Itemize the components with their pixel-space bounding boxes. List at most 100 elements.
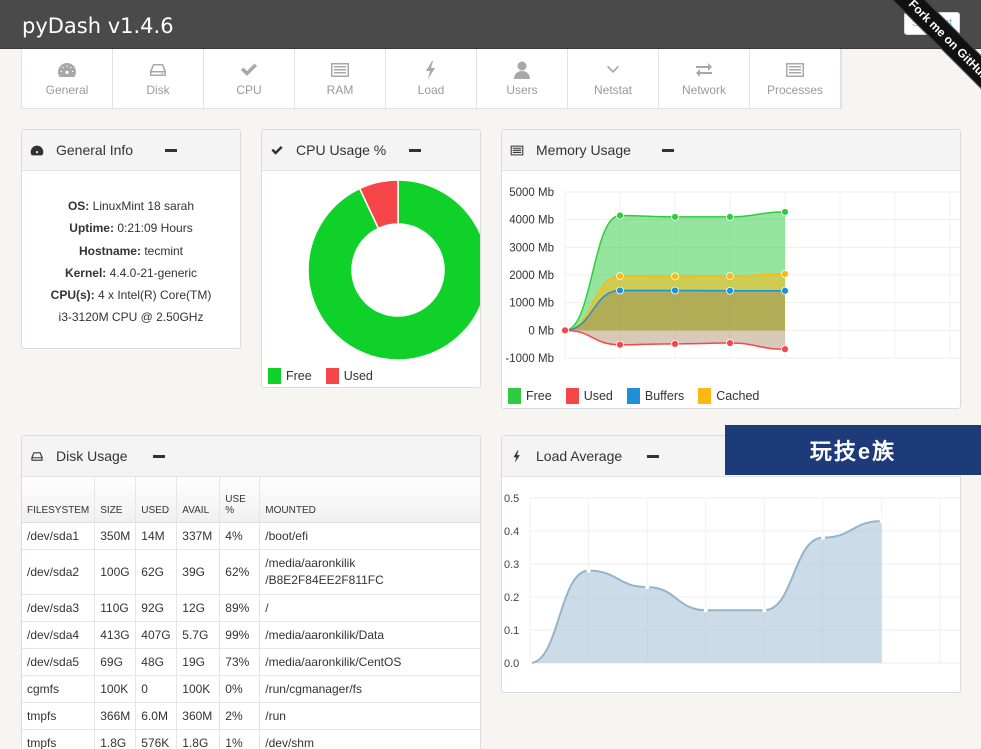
collapse-icon[interactable] <box>647 455 659 458</box>
general-info-body: OS: LinuxMint 18 sarah Uptime: 0:21:09 H… <box>22 171 240 329</box>
table-row: /dev/sda2 100G 62G 39G 62%/media/aaronkilik … <box>22 549 480 595</box>
legend-label-free: Free <box>286 369 312 383</box>
panel-header: General Info <box>22 130 240 171</box>
collapse-icon[interactable] <box>662 149 674 152</box>
chevron-down-icon <box>607 65 619 73</box>
nav-item-processes[interactable]: Processes <box>750 49 841 108</box>
nav-label-netstat: Netstat <box>593 83 632 97</box>
cell-size: 100G <box>94 549 137 595</box>
cell-used: 0 <box>135 675 178 703</box>
collapse-icon[interactable] <box>165 149 177 152</box>
nav-item-cpu[interactable]: CPU <box>204 49 295 108</box>
cell-size: 366M <box>94 702 137 730</box>
column-header-used[interactable]: USED <box>135 477 178 523</box>
memory-line-chart: 5000 Mb 4000 Mb 3000 Mb 2000 Mb 1000 Mb 0 Mb -… <box>505 187 960 365</box>
cell-mounted: / <box>259 594 480 622</box>
nav-item-general[interactable]: General <box>22 49 113 108</box>
cell-mounted: /run/cgmanager/fs <box>259 675 480 703</box>
check-icon <box>241 63 257 76</box>
uptime-label: Uptime: <box>69 221 114 236</box>
table-row: tmpfs 366M 6.0M 360M 2%/run <box>22 702 480 730</box>
data-point-used <box>726 339 734 347</box>
cell-filesystem: /dev/sda5 <box>22 648 96 676</box>
cell-avail: 39G <box>176 549 221 595</box>
os-value: LinuxMint 18 sarah <box>92 199 195 213</box>
cell-mounted: /dev/shm <box>259 729 480 749</box>
memory-usage-panel: Memory Usage 5000 Mb 4000 Mb 3000 Mb 2000 M… <box>501 129 961 409</box>
cell-mounted: /media/aaronkilik /B8E2F84EE2F811FC <box>259 549 480 595</box>
legend-item-cached: Cached <box>698 388 759 404</box>
column-header-mounted[interactable]: MOUNTED <box>259 477 480 523</box>
check-icon <box>271 145 283 155</box>
hdd-icon <box>31 451 43 461</box>
cell-avail: 12G <box>176 594 221 622</box>
legend-label-cached: Cached <box>716 389 760 403</box>
nav-item-disk[interactable]: Disk <box>113 49 204 108</box>
column-header-size[interactable]: SIZE <box>94 477 137 523</box>
cell-avail: 1.8G <box>176 729 221 749</box>
panel-header: CPU Usage % <box>262 130 480 171</box>
cell-avail: 5.7G <box>176 621 221 649</box>
app-title[interactable]: pyDash v1.4.6 <box>22 14 174 38</box>
legend-swatch-free <box>508 388 521 404</box>
y-tick-label: 0 Mb <box>528 325 554 337</box>
nav-label-disk: Disk <box>146 83 170 97</box>
cell-filesystem: /dev/sda1 <box>22 522 96 550</box>
bolt-icon <box>513 449 520 463</box>
data-point-free <box>671 213 679 221</box>
nav-item-netstat[interactable]: Netstat <box>568 49 659 108</box>
top-navbar: pyDash v1.4.6 Sign out <box>0 0 981 49</box>
y-tick-label: 1000 Mb <box>509 298 554 310</box>
section-nav: General Disk CPU RAM Load Users Netstat … <box>21 49 842 109</box>
disk-usage-table: FILESYSTEM SIZE USED AVAIL USE % MOUNTED… <box>22 477 480 749</box>
cell-mounted: /boot/efi <box>259 522 480 550</box>
y-tick-label: 5000 Mb <box>509 187 554 199</box>
cell-avail: 360M <box>176 702 221 730</box>
nav-label-ram: RAM <box>326 83 354 97</box>
column-header-use-percent[interactable]: USE % <box>219 477 261 523</box>
nav-item-ram[interactable]: RAM <box>295 49 386 108</box>
data-point-cached <box>671 272 679 281</box>
column-header-filesystem[interactable]: FILESYSTEM <box>22 477 96 523</box>
user-icon <box>514 61 530 79</box>
load-data-point <box>645 585 650 590</box>
load-data-point <box>879 519 884 524</box>
legend-swatch-cached <box>698 388 712 404</box>
y-tick-label: 3000 Mb <box>509 242 554 254</box>
load-data-point <box>528 661 532 665</box>
cell-size: 1.8G <box>94 729 137 749</box>
load-average-chart: 0.5 0.4 0.3 0.2 0.1 0.0 <box>504 493 960 670</box>
cell-used: 407G <box>135 621 178 649</box>
cell-avail: 19G <box>176 648 221 676</box>
legend-swatch-used <box>325 368 339 384</box>
column-header-avail[interactable]: AVAIL <box>176 477 221 523</box>
disk-usage-panel: Disk Usage FILESYSTEM SIZE USED AVAIL US… <box>21 435 481 749</box>
legend-swatch-buffers <box>626 388 640 404</box>
nav-item-network[interactable]: Network <box>659 49 750 108</box>
panel-title: General Info <box>56 142 134 158</box>
y-tick-label: 2000 Mb <box>509 270 554 282</box>
table-row: /dev/sda1 350M 14M 337M 4%/boot/efi <box>22 522 480 550</box>
collapse-icon[interactable] <box>153 455 165 458</box>
cell-filesystem: /dev/sda4 <box>22 621 96 649</box>
memory-legend: Free Used Buffers Cached <box>508 388 773 404</box>
data-point-free <box>781 208 789 216</box>
nav-label-users: Users <box>506 83 538 97</box>
github-ribbon[interactable]: Fork me on GitHub <box>840 0 981 120</box>
y-tick-label: 0.3 <box>504 559 519 571</box>
legend-item-free: Free <box>508 388 552 404</box>
load-data-point <box>703 608 708 613</box>
fork-me-ribbon-label[interactable]: Fork me on GitHub <box>873 0 981 116</box>
dashboard-icon <box>58 63 76 77</box>
legend-label-used: Used <box>343 369 373 383</box>
legend-swatch-used <box>565 388 579 404</box>
cell-filesystem: cgmfs <box>22 675 96 703</box>
data-point-buffers <box>616 286 624 295</box>
panel-title: CPU Usage % <box>296 142 387 158</box>
nav-item-users[interactable]: Users <box>477 49 568 108</box>
cell-filesystem: tmpfs <box>22 702 96 730</box>
nav-item-load[interactable]: Load <box>386 49 477 108</box>
y-tick-label: 0.1 <box>504 625 519 637</box>
cell-size: 350M <box>94 522 137 550</box>
collapse-icon[interactable] <box>409 149 421 152</box>
